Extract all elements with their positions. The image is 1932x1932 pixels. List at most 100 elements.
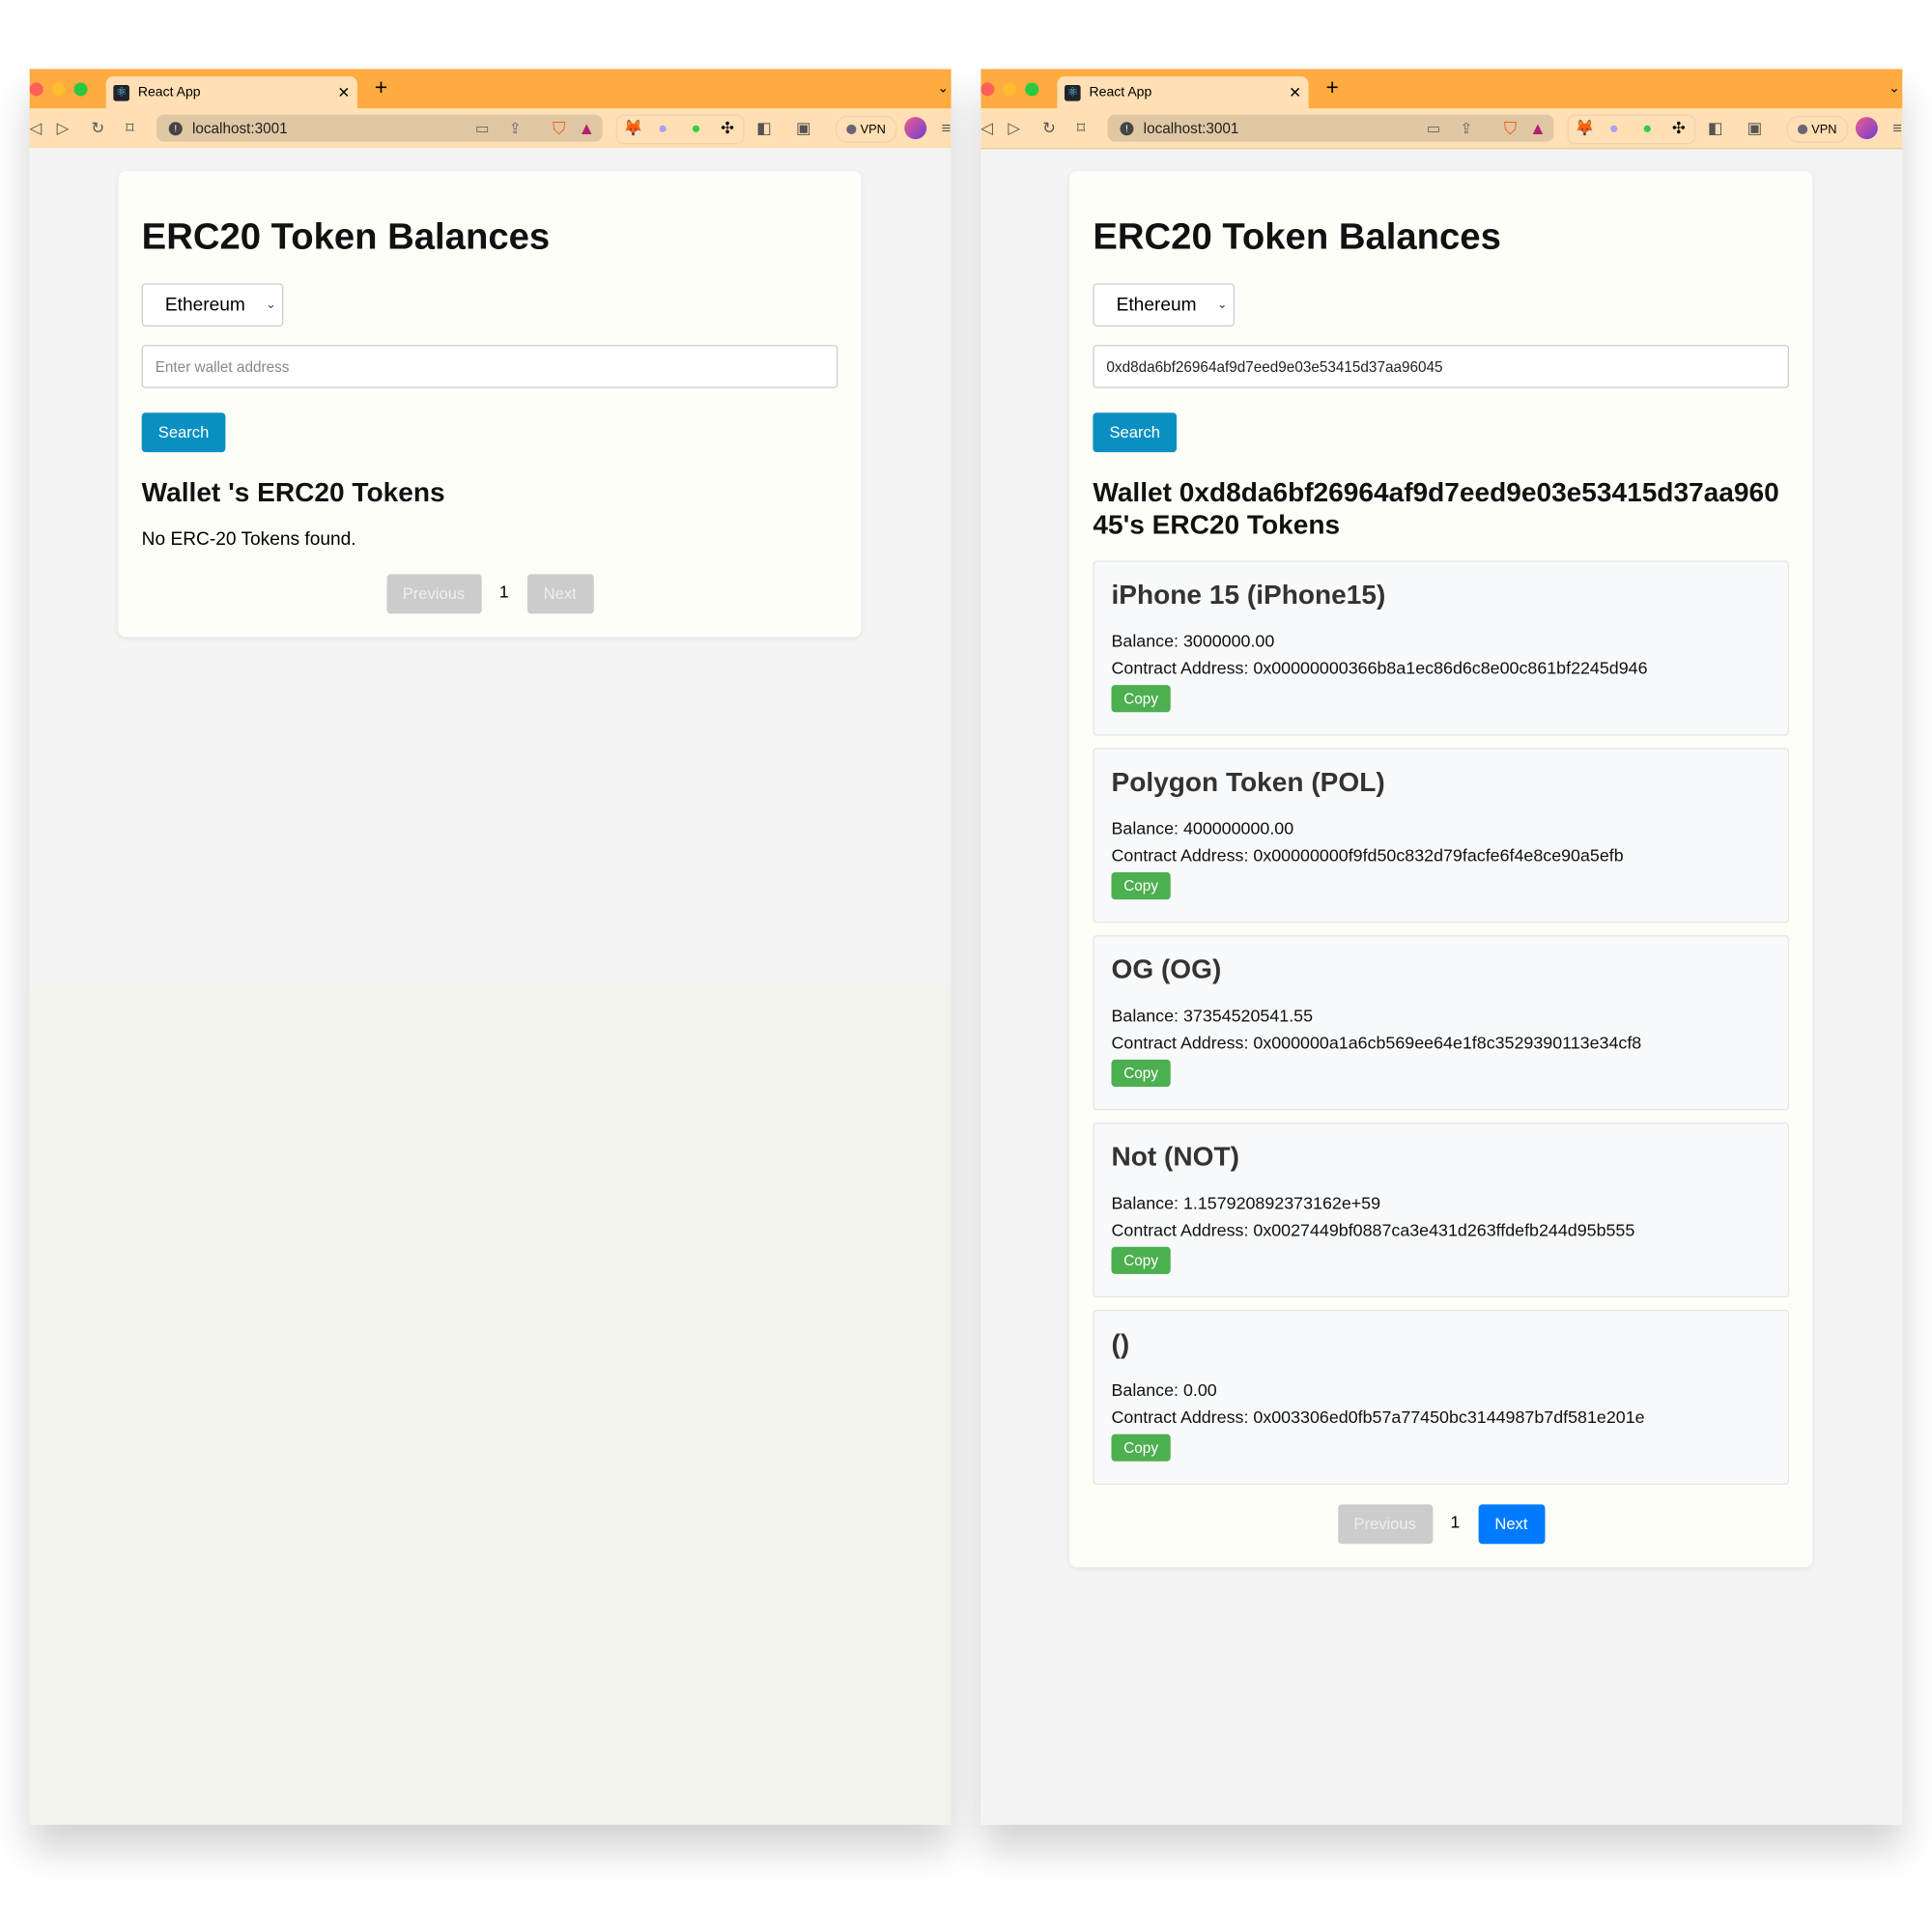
browser-window-left: ⚛ React App ✕ + ⌄ ◁ ▷ ↻ ⌑ ! localhost:30… bbox=[29, 69, 952, 1826]
extension-green-icon[interactable]: ● bbox=[1642, 118, 1652, 136]
brave-shield-icon[interactable]: ⛉ bbox=[1504, 118, 1517, 139]
react-logo-icon: ⚛ bbox=[113, 84, 129, 100]
network-selected: Ethereum bbox=[164, 294, 245, 316]
extensions-puzzle-icon[interactable]: ✣ bbox=[721, 118, 734, 137]
extensions-group: 🦊 ● ● ✣ bbox=[1567, 114, 1696, 145]
page-content: ERC20 Token Balances Ethereum ⌄ Search Wa… bbox=[980, 148, 1902, 1825]
results-heading: Wallet 0xd8da6bf26964af9d7eed9e03e53415d… bbox=[1093, 476, 1779, 540]
token-balance: Balance: 400000000.00 bbox=[1111, 817, 1294, 838]
window-controls bbox=[29, 82, 88, 97]
token-balance: Balance: 1.157920892373162e+59 bbox=[1111, 1192, 1381, 1213]
page-number: 1 bbox=[498, 582, 509, 602]
site-info-icon[interactable]: ! bbox=[168, 121, 183, 135]
back-icon[interactable]: ◁ bbox=[30, 118, 43, 137]
extensions-puzzle-icon[interactable]: ✣ bbox=[1672, 118, 1686, 137]
bookmark-icon[interactable]: ⌑ bbox=[126, 118, 134, 137]
browser-tab[interactable]: ⚛ React App ✕ bbox=[1057, 76, 1309, 109]
reload-icon[interactable]: ↻ bbox=[91, 118, 104, 137]
close-tab-icon[interactable]: ✕ bbox=[1289, 84, 1301, 101]
vpn-label: VPN bbox=[1811, 122, 1837, 136]
reload-icon[interactable]: ↻ bbox=[1042, 118, 1056, 137]
wallet-icon[interactable]: ▣ bbox=[1747, 118, 1763, 137]
vpn-button[interactable]: VPN bbox=[1786, 115, 1849, 143]
metamask-icon[interactable]: 🦊 bbox=[1575, 118, 1595, 137]
maximize-window-button[interactable] bbox=[73, 82, 88, 97]
brave-shield-icon[interactable]: ⛉ bbox=[553, 118, 565, 139]
wallet-address-input[interactable]: Enter wallet address bbox=[141, 345, 838, 388]
cast-icon[interactable]: ▭ bbox=[1427, 120, 1440, 137]
profile-avatar[interactable] bbox=[904, 117, 927, 140]
cast-icon[interactable]: ▭ bbox=[475, 120, 489, 137]
close-tab-icon[interactable]: ✕ bbox=[337, 84, 350, 101]
chevron-down-icon: ⌄ bbox=[266, 298, 276, 312]
brave-rewards-icon[interactable]: ▲ bbox=[578, 118, 595, 137]
page-title: ERC20 Token Balances bbox=[141, 216, 551, 258]
copy-address-button[interactable]: Copy bbox=[1111, 1246, 1171, 1274]
tab-title: React App bbox=[137, 85, 201, 100]
url-text: localhost:3001 bbox=[1143, 119, 1239, 137]
minimize-window-button[interactable] bbox=[51, 82, 66, 97]
new-tab-icon[interactable]: + bbox=[375, 75, 387, 101]
search-button[interactable]: Search bbox=[141, 412, 226, 453]
token-contract-address: Contract Address: 0x00000000f9fd50c832d7… bbox=[1111, 844, 1624, 866]
wallet-address-input[interactable] bbox=[1093, 345, 1790, 388]
wallet-icon[interactable]: ▣ bbox=[796, 118, 811, 137]
site-info-icon[interactable]: ! bbox=[1120, 121, 1134, 135]
token-balance-card: ERC20 Token Balances Ethereum ⌄ Search Wa… bbox=[1069, 171, 1813, 1568]
profile-avatar[interactable] bbox=[1855, 117, 1878, 140]
next-button[interactable]: Next bbox=[1477, 1504, 1545, 1545]
sidebar-icon[interactable]: ◧ bbox=[1708, 118, 1723, 137]
tab-list-chevron-icon[interactable]: ⌄ bbox=[937, 80, 949, 96]
url-text: localhost:3001 bbox=[191, 119, 288, 137]
close-window-button[interactable] bbox=[29, 82, 43, 97]
tab-bar: ⚛ React App ✕ + ⌄ bbox=[980, 69, 1903, 109]
network-select[interactable]: Ethereum ⌄ bbox=[1093, 283, 1236, 327]
previous-button[interactable]: Previous bbox=[1337, 1504, 1433, 1545]
menu-icon[interactable]: ≡ bbox=[1892, 118, 1902, 136]
results-heading: Wallet 's ERC20 Tokens bbox=[141, 476, 445, 508]
token-name: () bbox=[1111, 1327, 1130, 1359]
brave-rewards-icon[interactable]: ▲ bbox=[1529, 118, 1547, 137]
token-name: OG (OG) bbox=[1111, 953, 1222, 985]
chevron-down-icon: ⌄ bbox=[1216, 298, 1228, 312]
copy-address-button[interactable]: Copy bbox=[1111, 872, 1171, 900]
page-content: ERC20 Token Balances Ethereum ⌄ Enter wal… bbox=[29, 148, 952, 1826]
phantom-icon[interactable]: ● bbox=[658, 118, 668, 136]
maximize-window-button[interactable] bbox=[1025, 82, 1039, 97]
browser-toolbar: ◁ ▷ ↻ ⌑ ! localhost:3001 ▭ ⇪ ⛉ ▲ 🦊 ● ● ✣… bbox=[29, 108, 952, 150]
token-item: Polygon Token (POL) Balance: 400000000.0… bbox=[1093, 748, 1790, 923]
token-balance: Balance: 3000000.00 bbox=[1111, 631, 1275, 651]
copy-address-button[interactable]: Copy bbox=[1111, 685, 1171, 713]
new-tab-icon[interactable]: + bbox=[1325, 75, 1338, 101]
extensions-group: 🦊 ● ● ✣ bbox=[615, 114, 745, 145]
close-window-button[interactable] bbox=[980, 82, 995, 97]
tab-bar: ⚛ React App ✕ + ⌄ bbox=[29, 69, 952, 109]
metamask-icon[interactable]: 🦊 bbox=[623, 118, 643, 137]
forward-icon[interactable]: ▷ bbox=[1008, 118, 1020, 137]
phantom-icon[interactable]: ● bbox=[1609, 118, 1619, 136]
copy-address-button[interactable]: Copy bbox=[1111, 1434, 1171, 1462]
extension-green-icon[interactable]: ● bbox=[692, 118, 701, 136]
vpn-button[interactable]: VPN bbox=[835, 115, 897, 143]
network-select[interactable]: Ethereum ⌄ bbox=[141, 283, 284, 327]
sidebar-icon[interactable]: ◧ bbox=[756, 118, 772, 137]
browser-tab[interactable]: ⚛ React App ✕ bbox=[105, 76, 357, 109]
menu-icon[interactable]: ≡ bbox=[941, 118, 951, 136]
bookmark-icon[interactable]: ⌑ bbox=[1077, 118, 1086, 137]
share-icon[interactable]: ⇪ bbox=[1460, 120, 1472, 137]
search-button[interactable]: Search bbox=[1093, 412, 1178, 453]
token-name: Not (NOT) bbox=[1111, 1141, 1239, 1173]
next-button[interactable]: Next bbox=[526, 574, 594, 614]
share-icon[interactable]: ⇪ bbox=[509, 120, 522, 137]
copy-address-button[interactable]: Copy bbox=[1111, 1059, 1171, 1087]
minimize-window-button[interactable] bbox=[1003, 82, 1017, 97]
previous-button[interactable]: Previous bbox=[385, 574, 482, 614]
back-icon[interactable]: ◁ bbox=[980, 118, 993, 137]
token-item: OG (OG) Balance: 37354520541.55 Contract… bbox=[1093, 935, 1790, 1111]
page-title: ERC20 Token Balances bbox=[1093, 216, 1501, 258]
address-bar[interactable]: ! localhost:3001 ▭ ⇪ ⛉ ▲ bbox=[156, 114, 603, 142]
tab-list-chevron-icon[interactable]: ⌄ bbox=[1889, 80, 1900, 96]
wallet-address-placeholder: Enter wallet address bbox=[155, 357, 290, 376]
forward-icon[interactable]: ▷ bbox=[57, 118, 70, 137]
address-bar[interactable]: ! localhost:3001 ▭ ⇪ ⛉ ▲ bbox=[1107, 114, 1554, 142]
